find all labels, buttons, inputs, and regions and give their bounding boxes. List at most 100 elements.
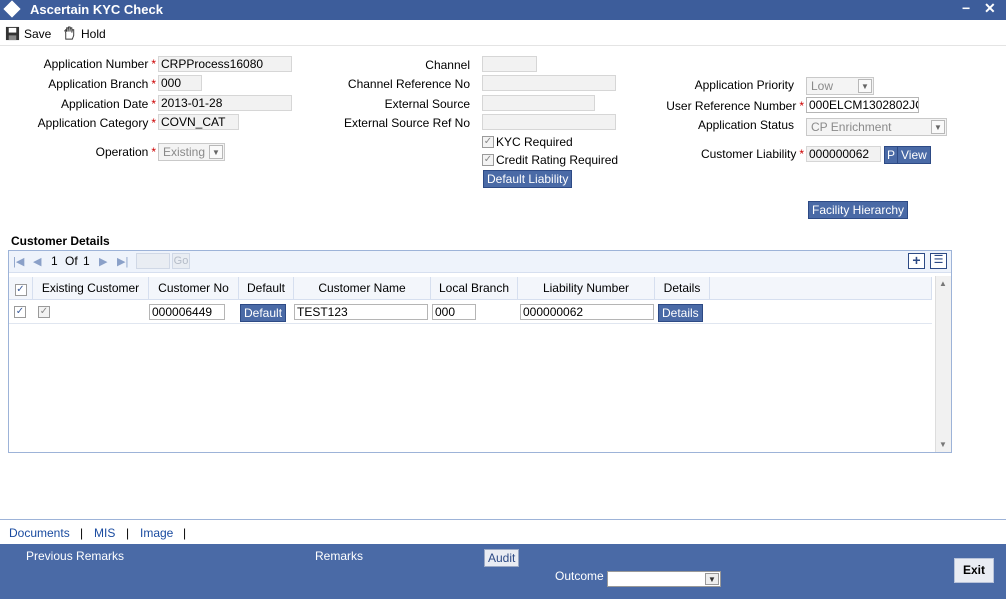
local-branch-cell[interactable]: 000 bbox=[432, 304, 476, 320]
customer-name-cell[interactable]: TEST123 bbox=[294, 304, 428, 320]
application-category-label: Application Category * bbox=[37, 116, 156, 130]
default-button[interactable]: Default bbox=[240, 304, 287, 322]
application-branch-field[interactable]: 000 bbox=[158, 75, 202, 91]
operation-value: Existing bbox=[163, 145, 206, 159]
operation-select[interactable]: Existing ▼ bbox=[158, 143, 225, 161]
channel-reference-no-field[interactable] bbox=[482, 75, 616, 91]
add-row-icon[interactable]: + bbox=[908, 253, 925, 269]
application-status-select[interactable]: CP Enrichment ▼ bbox=[806, 118, 947, 136]
customer-liability-field[interactable]: 000000062 bbox=[806, 146, 881, 162]
link-separator: | bbox=[126, 526, 130, 540]
table-row[interactable]: ✓ ✓ 000006449 Default TEST123 000 000000… bbox=[9, 301, 932, 324]
external-source-ref-no-label: External Source Ref No bbox=[343, 116, 470, 130]
col-existing-customer[interactable]: Existing Customer bbox=[33, 277, 149, 300]
application-status-label: Application Status bbox=[697, 118, 794, 132]
remarks-label: Remarks bbox=[315, 549, 364, 563]
save-button[interactable]: Save bbox=[5, 26, 51, 41]
external-source-label: External Source bbox=[384, 97, 470, 111]
last-page-icon[interactable]: ▶| bbox=[117, 255, 128, 268]
col-default[interactable]: Default bbox=[239, 277, 294, 300]
channel-reference-no-label: Channel Reference No bbox=[347, 77, 470, 91]
customer-liability-label: Customer Liability * bbox=[700, 147, 804, 161]
p-button[interactable]: P bbox=[884, 146, 899, 164]
kyc-required-check-icon: ✓ bbox=[482, 136, 494, 148]
page-number-input[interactable] bbox=[136, 253, 170, 269]
application-number-label: Application Number * bbox=[43, 57, 156, 71]
kyc-required-label: KYC Required bbox=[496, 135, 573, 149]
go-button[interactable]: Go bbox=[172, 253, 190, 269]
col-local-branch[interactable]: Local Branch bbox=[431, 277, 518, 300]
outcome-label: Outcome bbox=[555, 569, 604, 583]
default-liability-button[interactable]: Default Liability bbox=[483, 170, 573, 188]
col-customer-name[interactable]: Customer Name bbox=[294, 277, 431, 300]
title-bar: Ascertain KYC Check − ✕ bbox=[0, 0, 1006, 20]
existing-customer-checkbox[interactable]: ✓ bbox=[38, 306, 50, 318]
app-icon bbox=[3, 0, 21, 18]
image-link[interactable]: Image bbox=[140, 526, 173, 540]
previous-page-icon[interactable]: ◀ bbox=[33, 255, 41, 268]
col-filler bbox=[710, 277, 932, 300]
details-button[interactable]: Details bbox=[658, 304, 703, 322]
channel-label: Channel bbox=[425, 58, 470, 72]
window-title: Ascertain KYC Check bbox=[30, 2, 163, 17]
application-category-field[interactable]: COVN_CAT bbox=[158, 114, 239, 130]
next-page-icon[interactable]: ▶ bbox=[99, 255, 107, 268]
application-number-field[interactable]: CRPProcess16080 bbox=[158, 56, 292, 72]
link-separator: | bbox=[80, 526, 84, 540]
documents-link[interactable]: Documents bbox=[9, 526, 70, 540]
application-branch-label: Application Branch * bbox=[48, 77, 156, 91]
col-customer-no[interactable]: Customer No bbox=[149, 277, 239, 300]
close-button[interactable]: ✕ bbox=[984, 0, 996, 17]
chevron-down-icon: ▼ bbox=[209, 145, 223, 159]
grid-vertical-scrollbar[interactable]: ▲ ▼ bbox=[935, 276, 951, 452]
chevron-down-icon: ▼ bbox=[705, 573, 719, 585]
row-select-checkbox[interactable]: ✓ bbox=[14, 306, 26, 318]
audit-button[interactable]: Audit bbox=[484, 549, 520, 567]
hold-button[interactable]: Hold bbox=[62, 26, 106, 41]
first-page-icon[interactable]: |◀ bbox=[13, 255, 24, 268]
link-bar: Documents | MIS | Image | bbox=[0, 519, 1006, 544]
footer-panel: Previous Remarks Remarks Audit Outcome ▼ bbox=[0, 544, 1006, 599]
chevron-down-icon: ▼ bbox=[858, 79, 872, 93]
hand-icon bbox=[64, 26, 75, 40]
application-status-value: CP Enrichment bbox=[811, 120, 892, 134]
hold-label: Hold bbox=[81, 26, 106, 41]
application-date-label: Application Date * bbox=[60, 97, 156, 111]
kyc-required-checkbox[interactable]: ✓ KYC Required bbox=[482, 135, 573, 149]
page-of-label: Of bbox=[65, 254, 78, 268]
mis-link[interactable]: MIS bbox=[94, 526, 115, 540]
external-source-ref-no-field[interactable] bbox=[482, 114, 616, 130]
toolbar: Save Hold bbox=[0, 22, 1006, 46]
col-liability-number[interactable]: Liability Number bbox=[518, 277, 655, 300]
total-pages: 1 bbox=[83, 254, 90, 268]
application-priority-value: Low bbox=[811, 79, 834, 93]
col-details[interactable]: Details bbox=[655, 277, 710, 300]
operation-label: Operation * bbox=[95, 145, 156, 159]
view-button[interactable]: View bbox=[897, 146, 931, 164]
user-reference-number-field[interactable]: 000ELCM1302802JC bbox=[806, 97, 919, 113]
customer-details-title: Customer Details bbox=[11, 234, 110, 248]
scroll-up-icon[interactable]: ▲ bbox=[939, 279, 947, 288]
save-icon bbox=[5, 26, 20, 41]
list-view-icon[interactable]: ☰ bbox=[930, 253, 947, 269]
link-separator: | bbox=[183, 526, 187, 540]
customer-details-grid: |◀ ◀ 1 Of 1 ▶ ▶| Go + ☰ ✓ Existing Custo… bbox=[8, 250, 952, 453]
channel-field[interactable] bbox=[482, 56, 537, 72]
liability-number-cell[interactable]: 000000062 bbox=[520, 304, 654, 320]
minimize-button[interactable]: − bbox=[962, 0, 970, 16]
select-all-checkbox[interactable]: ✓ bbox=[14, 284, 27, 296]
external-source-field[interactable] bbox=[482, 95, 595, 111]
outcome-select[interactable]: ▼ bbox=[607, 571, 721, 587]
chevron-down-icon: ▼ bbox=[931, 120, 945, 134]
customer-no-cell[interactable]: 000006449 bbox=[149, 304, 225, 320]
current-page: 1 bbox=[51, 254, 58, 268]
exit-button[interactable]: Exit bbox=[954, 558, 994, 583]
credit-rating-required-checkbox[interactable]: ✓ Credit Rating Required bbox=[482, 153, 618, 167]
application-date-field[interactable]: 2013-01-28 bbox=[158, 95, 292, 111]
save-label: Save bbox=[24, 26, 52, 41]
application-priority-select[interactable]: Low ▼ bbox=[806, 77, 874, 95]
scroll-down-icon[interactable]: ▼ bbox=[939, 440, 947, 449]
facility-hierarchy-button[interactable]: Facility Hierarchy bbox=[808, 201, 909, 219]
select-all-cell: ✓ bbox=[9, 277, 33, 300]
credit-rating-required-label: Credit Rating Required bbox=[496, 153, 619, 167]
